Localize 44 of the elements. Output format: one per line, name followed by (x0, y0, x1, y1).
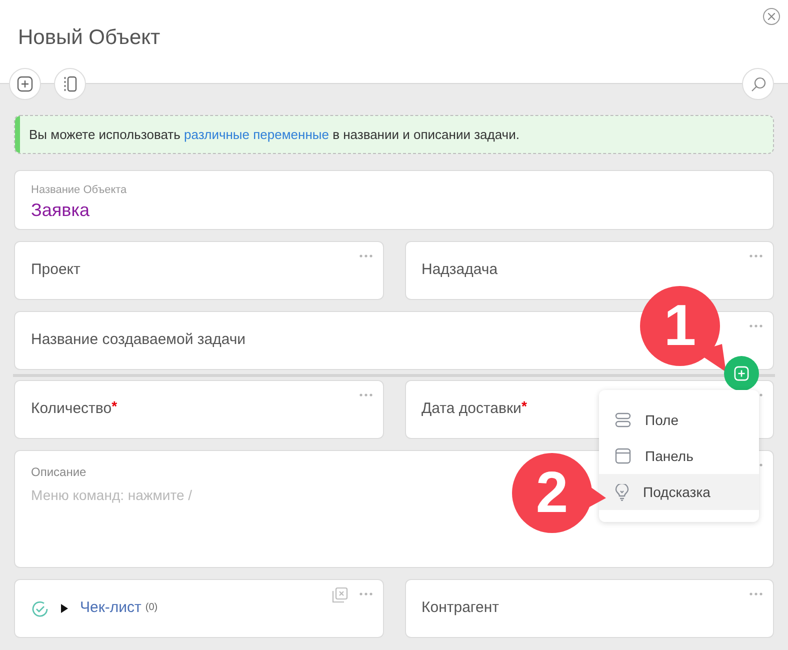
expand-arrow-icon[interactable] (61, 604, 68, 613)
field-label: Проект (31, 260, 80, 280)
description-field[interactable]: Меню команд: нажмите / (31, 485, 431, 506)
fields-icon (615, 412, 631, 428)
field-label: Контрагент (422, 598, 500, 618)
menu-item[interactable]: Поле (599, 402, 759, 438)
field-label: Описание (31, 464, 86, 481)
required-mark: * (112, 399, 118, 413)
checklist-link[interactable]: Чек-лист (80, 597, 142, 620)
more-icon[interactable] (749, 324, 763, 328)
more-icon[interactable] (749, 254, 763, 258)
field-label: Название создаваемой задачи (31, 330, 246, 350)
more-icon[interactable] (358, 592, 372, 596)
object-name-value[interactable]: Заявка (31, 198, 90, 221)
layout-button[interactable] (54, 68, 86, 100)
remove-icon[interactable] (332, 587, 348, 603)
window-title: Новый Объект (18, 25, 160, 51)
checklist-count: (0) (145, 601, 158, 615)
search-button[interactable] (742, 68, 774, 100)
field-label: Название Объекта (31, 183, 127, 198)
field-card[interactable]: Количество* (14, 380, 384, 439)
close-button[interactable] (763, 8, 780, 25)
field-card[interactable]: Проект (14, 241, 384, 300)
field-label: Надзадача (422, 260, 498, 280)
sidebar-icon (63, 76, 77, 92)
field-card[interactable]: Надзадача (404, 241, 774, 300)
field-card[interactable]: Контрагент (404, 579, 774, 638)
menu-item[interactable]: Подсказка (599, 474, 759, 510)
more-icon[interactable] (358, 254, 372, 258)
panel-icon (615, 448, 631, 464)
plus-square-icon (734, 366, 749, 381)
add-element-button[interactable] (9, 68, 41, 100)
plus-square-icon (17, 76, 33, 92)
required-mark: * (521, 399, 527, 413)
variables-link[interactable]: различные переменные (184, 126, 329, 142)
close-icon (768, 13, 775, 20)
more-icon[interactable] (749, 592, 763, 596)
lightbulb-icon (615, 484, 629, 500)
field-label: Количество (31, 399, 112, 420)
more-icon[interactable] (358, 393, 372, 397)
search-icon (750, 76, 766, 92)
info-text: Вы можете использовать различные переменные в названии и описании задачи. (29, 126, 520, 144)
check-circle-icon (31, 600, 49, 618)
field-label: Дата доставки (422, 399, 522, 420)
